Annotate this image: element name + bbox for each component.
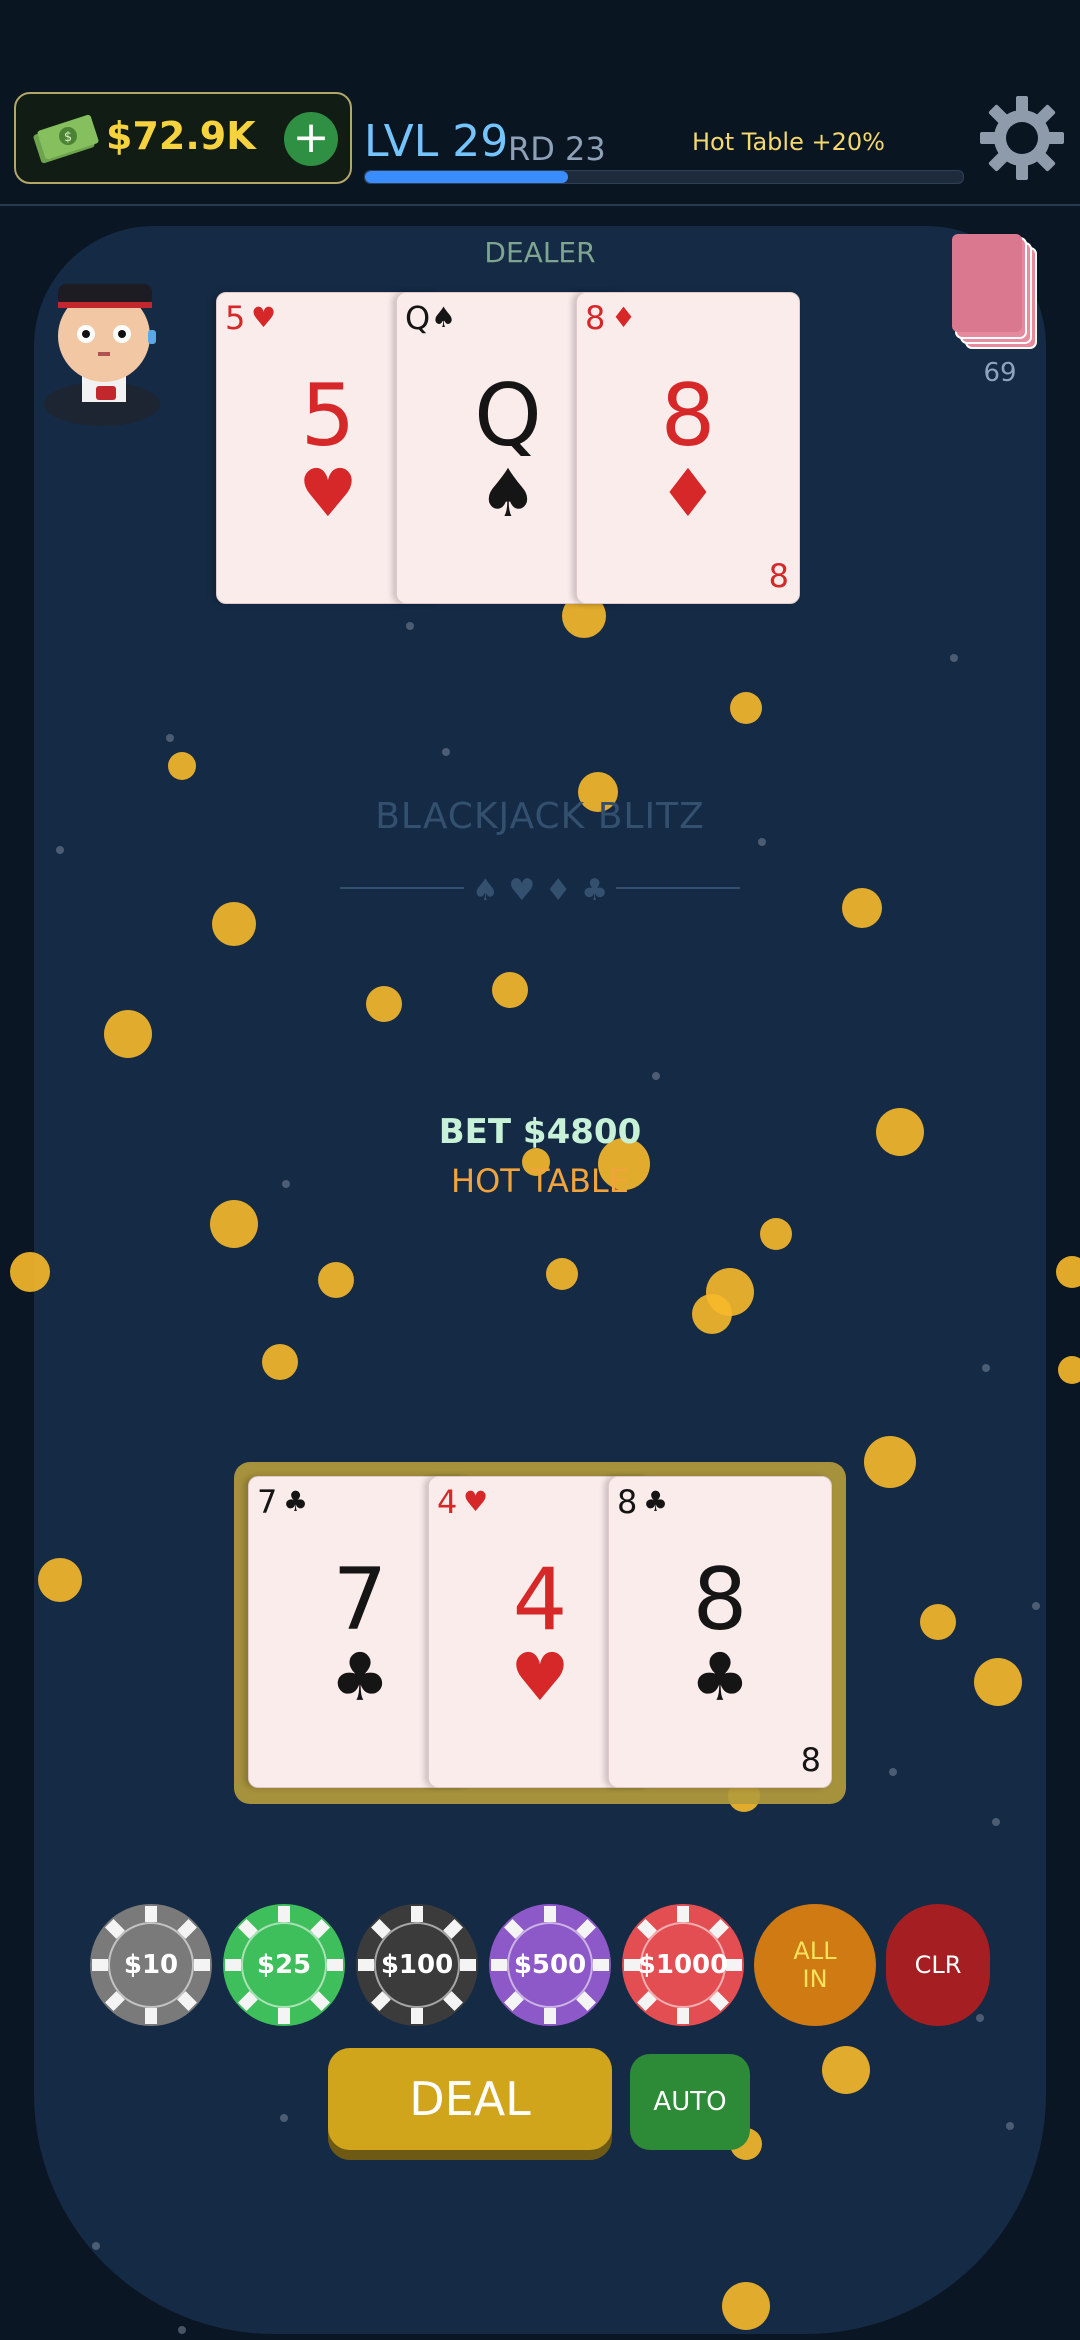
card-bottom-rank: 8	[800, 1741, 821, 1779]
card-corner-suit: ♣	[283, 1485, 309, 1518]
add-funds-button[interactable]: +	[284, 112, 338, 166]
deck-count: 69	[983, 358, 1017, 388]
dealer-label: DEALER	[484, 236, 596, 269]
all-in-line-1: ALL	[793, 1937, 837, 1965]
card-corner: 8	[585, 299, 606, 337]
card-rank: 8	[692, 1550, 748, 1650]
card-corner: 8	[617, 1483, 638, 1521]
deck-icon	[952, 234, 1037, 349]
dealer-card: 8 ♦ 8 ♦ 8	[576, 292, 800, 604]
card-corner-suit: ♣	[643, 1485, 669, 1518]
card-corner-suit: ♥	[463, 1485, 489, 1518]
card-bottom-rank: 8	[768, 557, 789, 595]
chip-button[interactable]: $10	[90, 1904, 212, 2026]
svg-text:$: $	[64, 130, 72, 145]
balance-box: $ $72.9K +	[14, 92, 352, 184]
svg-text:♠ ♥ ♦ ♣: ♠ ♥ ♦ ♣	[472, 873, 608, 908]
chip-button[interactable]: $100	[356, 1904, 478, 2026]
player-card: 8 ♣ 8 ♣ 8	[608, 1476, 832, 1788]
level-label: LVL 29	[364, 116, 509, 167]
card-corner: 4	[437, 1483, 458, 1521]
gear-icon[interactable]	[978, 94, 1066, 182]
balance-value: $72.9K	[106, 114, 256, 158]
all-in-button[interactable]: ALL IN	[754, 1904, 876, 2026]
auto-button[interactable]: AUTO	[630, 2054, 750, 2150]
clear-bet-button[interactable]: CLR	[886, 1904, 990, 2026]
xp-progress-fill	[365, 171, 569, 183]
chip-label: $25	[256, 1950, 312, 1980]
card-corner-suit: ♥	[251, 301, 277, 334]
bonus-label: Hot Table +20%	[692, 128, 885, 156]
bet-amount: BET $4800	[438, 1112, 642, 1152]
dealer-avatar	[44, 284, 160, 426]
chip-label: $1000	[637, 1950, 729, 1980]
card-corner: Q	[405, 299, 431, 337]
table-title: BLACKJACK BLITZ	[375, 796, 705, 837]
suits-divider: ♠ ♥ ♦ ♣	[340, 873, 740, 908]
card-corner-suit: ♠	[431, 301, 457, 334]
chip-label: $500	[513, 1950, 587, 1980]
deal-button[interactable]: DEAL	[328, 2048, 612, 2150]
chip-button[interactable]: $1000	[622, 1904, 744, 2026]
chip-label: $100	[380, 1950, 454, 1980]
card-rank: 8	[660, 366, 716, 466]
table-status: HOT TABLE	[451, 1162, 629, 1200]
cash-icon: $	[33, 114, 99, 164]
card-suit: ♦	[658, 455, 718, 532]
xp-progress-bar	[364, 170, 964, 184]
chip-button[interactable]: $500	[489, 1904, 611, 2026]
card-corner: 5	[225, 299, 246, 337]
chip-label: $10	[123, 1950, 179, 1980]
card-corner-suit: ♦	[611, 301, 637, 334]
round-label: RD 23	[508, 130, 606, 168]
chip-button[interactable]: $25	[223, 1904, 345, 2026]
all-in-line-2: IN	[802, 1965, 828, 1993]
card-corner: 7	[257, 1483, 278, 1521]
top-bar: $ $72.9K + LVL 29 RD 23 Hot Table +20%	[0, 0, 1080, 206]
card-suit: ♣	[690, 1639, 750, 1716]
